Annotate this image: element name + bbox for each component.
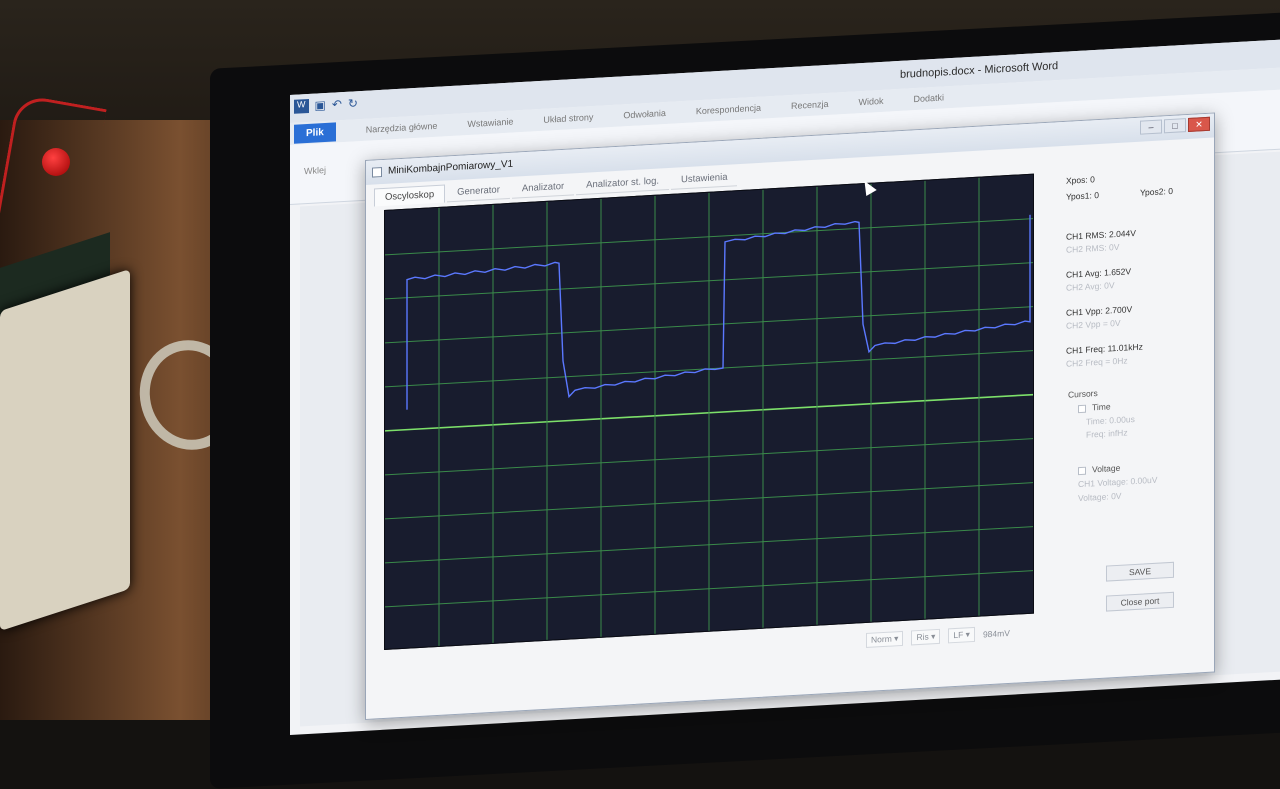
quick-access-toolbar[interactable]: W ▣ ↶ ↻: [294, 96, 358, 114]
ch1-rms: CH1 RMS: 2.044V: [1066, 228, 1136, 242]
tab-view[interactable]: Widok: [859, 96, 884, 107]
trigger-level-readout: 984mV: [983, 627, 1010, 639]
word-title: brudnopis.docx - Microsoft Word: [900, 60, 1058, 81]
close-port-button[interactable]: Close port: [1106, 592, 1174, 612]
oscilloscope-display[interactable]: [384, 174, 1034, 650]
tab-addins[interactable]: Dodatki: [914, 92, 945, 104]
tab-generator[interactable]: Generator: [447, 181, 510, 203]
oscilloscope-plot: [385, 175, 1034, 650]
coupling-value: LF: [953, 630, 963, 641]
ch1-avg: CH1 Avg: 1.652V: [1066, 266, 1131, 280]
ch2-avg: CH2 Avg: 0V: [1066, 280, 1115, 293]
minimize-button[interactable]: –: [1140, 119, 1162, 134]
trigger-mode-select[interactable]: Norm ▾: [866, 631, 903, 648]
tab-insert[interactable]: Wstawianie: [467, 117, 513, 130]
ch1-voltage-value: CH1 Voltage: 0.00uV: [1078, 475, 1157, 489]
redo-icon[interactable]: ↻: [348, 96, 358, 111]
tab-analizator-st-log[interactable]: Analizator st. log.: [576, 172, 669, 195]
xpos-readout: Xpos: 0: [1066, 174, 1095, 186]
ypos1-readout: Ypos1: 0: [1066, 190, 1099, 202]
tab-review[interactable]: Recenzja: [791, 99, 829, 111]
voltage-checkbox[interactable]: [1078, 466, 1086, 474]
window-buttons: – □ ✕: [1140, 117, 1210, 135]
word-logo-icon: W: [294, 99, 309, 114]
app-window-icon: [372, 167, 382, 178]
coupling-select[interactable]: LF ▾: [948, 627, 975, 643]
voltage-cursor-toggle[interactable]: Voltage: [1078, 463, 1120, 475]
time-cursor-toggle[interactable]: Time: [1078, 401, 1111, 413]
maximize-button[interactable]: □: [1164, 118, 1186, 133]
save-icon[interactable]: ▣: [315, 98, 326, 113]
freq-value: Freq: infHz: [1086, 427, 1128, 439]
tab-page-layout[interactable]: Układ strony: [543, 112, 593, 125]
voltage-label: Voltage: [1092, 463, 1120, 475]
minikombajn-window: MiniKombajnPomiarowy_V1 – □ ✕ Oscyloskop…: [365, 112, 1215, 720]
save-button[interactable]: SAVE: [1106, 562, 1174, 582]
time-label: Time: [1092, 401, 1111, 412]
voltage-value: Voltage: 0V: [1078, 491, 1121, 503]
scope-grid: [385, 175, 1034, 650]
tab-plik[interactable]: Plik: [294, 122, 336, 143]
app-title: MiniKombajnPomiarowy_V1: [388, 159, 513, 177]
time-checkbox[interactable]: [1078, 404, 1086, 412]
ch2-vpp: CH2 Vpp = 0V: [1066, 318, 1121, 331]
cursors-label: Cursors: [1068, 388, 1098, 400]
tab-home[interactable]: Narzędzia główne: [366, 121, 438, 135]
ch2-freq: CH2 Freq = 0Hz: [1066, 355, 1128, 368]
chevron-down-icon: ▾: [931, 631, 935, 641]
chevron-down-icon: ▾: [966, 629, 970, 639]
trigger-edge-select[interactable]: Ris ▾: [911, 629, 940, 646]
ch2-rms: CH2 RMS: 0V: [1066, 242, 1119, 255]
paste-button[interactable]: Wklej: [304, 165, 326, 176]
trigger-controls: Norm ▾ Ris ▾ LF ▾ 984mV: [866, 625, 1010, 648]
ch1-vpp: CH1 Vpp: 2.700V: [1066, 304, 1132, 318]
time-value: Time: 0.00us: [1086, 414, 1135, 427]
trigger-mode-value: Norm: [871, 634, 892, 645]
ypos2-readout: Ypos2: 0: [1140, 186, 1173, 198]
undo-icon[interactable]: ↶: [332, 97, 342, 112]
tab-ustawienia[interactable]: Ustawienia: [671, 168, 737, 190]
breadboard: [0, 269, 130, 631]
close-button[interactable]: ✕: [1188, 117, 1210, 132]
ch1-freq: CH1 Freq: 11.01kHz: [1066, 342, 1143, 356]
red-knob: [42, 148, 70, 176]
chevron-down-icon: ▾: [894, 633, 898, 643]
trigger-edge-value: Ris: [916, 631, 928, 642]
tab-oscyloskop[interactable]: Oscyloskop: [374, 185, 445, 207]
tab-mailings[interactable]: Korespondencja: [696, 103, 761, 117]
measurement-panel: Xpos: 0 Ypos1: 0 Ypos2: 0 CH1 RMS: 2.044…: [1056, 162, 1206, 620]
tab-analizator[interactable]: Analizator: [512, 177, 574, 198]
tab-references[interactable]: Odwołania: [623, 108, 666, 120]
